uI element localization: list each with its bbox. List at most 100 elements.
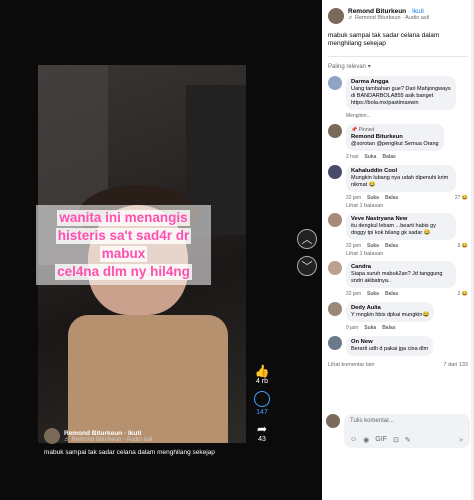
comments-footer: Lihat komentar lain 7 dari 133 xyxy=(322,358,474,372)
comment-text: Uang tambahan gue? Dari Mahjongways di B… xyxy=(351,86,451,106)
reply-link[interactable]: Balas xyxy=(385,243,398,249)
reply-link[interactable]: Balas xyxy=(382,154,395,160)
follow-link[interactable]: · Ikuti xyxy=(408,8,424,15)
emoji-icon[interactable]: ☺ xyxy=(350,436,357,444)
avatar[interactable] xyxy=(328,124,342,138)
comment-bubble: Dedy Aulia Y mngkin hbis dpkai mungkin😂 xyxy=(346,302,435,322)
comment-item: Kahaluddin Cool Mungkin lubang nya udah … xyxy=(322,163,474,194)
comment-meta: Mengirim... xyxy=(322,113,474,119)
comment-time: 22 jam xyxy=(346,243,362,249)
share-count: 43 xyxy=(258,436,266,443)
like-link[interactable]: Suka xyxy=(367,195,379,201)
camera-icon[interactable]: ◉ xyxy=(363,436,369,444)
avatar[interactable] xyxy=(328,165,342,179)
like-link[interactable]: Suka xyxy=(365,154,377,160)
previous-video-button[interactable]: ︿ xyxy=(297,229,317,249)
app-root: wanita ini menangis histeris sa't sad4r … xyxy=(0,0,474,500)
video-actions: 👍 4 rb 147 ➦ 43 xyxy=(252,364,272,449)
avatar[interactable] xyxy=(328,8,344,24)
comment-text: Siapa suruh mabuk2an? Jd tanggung sndri … xyxy=(351,271,443,284)
comment-author[interactable]: Remond Biturkeun xyxy=(351,134,439,141)
reaction-count[interactable]: 6 😂 xyxy=(458,243,468,249)
comment-time: 22 jam xyxy=(346,195,362,201)
comment-text: Berarti udh d pakai jga cina dlm xyxy=(351,346,429,352)
video-caption: mabuk sampai tak sadar celana dalam meng… xyxy=(44,449,215,456)
comment-author[interactable]: Veve Nastryana New xyxy=(351,216,451,223)
more-comments-link[interactable]: Lihat komentar lain xyxy=(328,362,374,368)
comment-item: Dedy Aulia Y mngkin hbis dpkai mungkin😂 xyxy=(322,300,474,324)
like-link[interactable]: Suka xyxy=(367,291,379,297)
share-arrow-icon: ➦ xyxy=(256,422,268,436)
send-icon[interactable]: ➤ xyxy=(458,436,464,444)
post-audio-label[interactable]: ♬ Remond Biturkeun · Audio asli xyxy=(348,15,429,21)
sort-dropdown[interactable]: Paling relevan ▾ xyxy=(322,61,474,74)
comment-author[interactable]: Dedy Aulia xyxy=(351,305,429,312)
comment-text: @sorotan @pengikut Semua Orang xyxy=(351,141,439,147)
comment-count: 147 xyxy=(256,409,268,416)
view-replies-link[interactable]: Lihat 1 balasan xyxy=(322,249,474,259)
comment-text: Y mngkin hbis dpkai mungkin😂 xyxy=(351,312,430,318)
comment-item: Candra Siapa suruh mabuk2an? Jd tanggung… xyxy=(322,259,474,290)
avatar[interactable] xyxy=(328,213,342,227)
avatar[interactable] xyxy=(328,261,342,275)
comment-author[interactable]: Candra xyxy=(351,264,451,271)
comment-time: 9 jam xyxy=(346,325,359,331)
chevron-up-icon: ︿ xyxy=(301,234,313,246)
reply-link[interactable]: Balas xyxy=(382,325,395,331)
comment-author[interactable]: Darma Angga xyxy=(351,79,451,86)
like-link[interactable]: Suka xyxy=(364,325,376,331)
comment-item: Veve Nastryana New itu dengkul lebam ...… xyxy=(322,211,474,242)
comment-button[interactable]: 147 xyxy=(252,391,272,416)
overlay-line-3: mabux xyxy=(99,246,148,262)
comment-author[interactable]: Kahaluddin Cool xyxy=(351,168,451,175)
comment-item: 📌 Pinned Remond Biturkeun @sorotan @peng… xyxy=(322,122,474,153)
comment-meta: 22 jam Suka Balas 2 😂 xyxy=(322,291,474,297)
share-button[interactable]: ➦ 43 xyxy=(252,422,272,443)
comments-panel: Remond Biturkeun · Ikuti ♬ Remond Biturk… xyxy=(322,0,474,500)
reply-link[interactable]: Balas xyxy=(385,195,398,201)
divider xyxy=(328,56,468,57)
avatar[interactable] xyxy=(328,302,342,316)
comment-composer: Tulis komentar... ☺ ◉ GIF ⊡ ✎ ➤ xyxy=(326,414,470,448)
comment-input-placeholder: Tulis komentar... xyxy=(350,418,394,424)
video-author-row: Remond Biturkeun · Ikuti ♬ Remond Biturk… xyxy=(44,428,152,444)
avatar[interactable] xyxy=(328,76,342,90)
avatar[interactable] xyxy=(328,336,342,350)
video-viewer: wanita ini menangis histeris sa't sad4r … xyxy=(0,0,322,500)
reply-link[interactable]: Balas xyxy=(385,291,398,297)
comment-bubble: Veve Nastryana New itu dengkul lebam ...… xyxy=(346,213,456,240)
comment-bubble: Candra Siapa suruh mabuk2an? Jd tanggung… xyxy=(346,261,456,288)
comment-bubble: 📌 Pinned Remond Biturkeun @sorotan @peng… xyxy=(346,124,444,151)
thumbs-up-icon: 👍 xyxy=(254,364,270,378)
sticker-icon[interactable]: ⊡ xyxy=(393,436,399,444)
comment-input[interactable]: Tulis komentar... ☺ ◉ GIF ⊡ ✎ ➤ xyxy=(344,414,470,448)
avatar[interactable] xyxy=(44,428,60,444)
comment-time: 22 jam xyxy=(346,291,362,297)
video-text-overlay: wanita ini menangis histeris sa't sad4r … xyxy=(36,205,211,285)
avatar-sticker-icon[interactable]: ✎ xyxy=(405,436,411,444)
comment-item: Darma Angga Uang tambahan gue? Dari Mahj… xyxy=(322,74,474,112)
composer-tools: ☺ ◉ GIF ⊡ ✎ xyxy=(350,436,411,444)
like-button[interactable]: 👍 4 rb xyxy=(252,364,272,385)
post-author-name[interactable]: Remond Biturkeun xyxy=(348,8,406,15)
view-replies-link[interactable]: Lihat 1 balasan xyxy=(322,201,474,211)
avatar xyxy=(326,414,340,428)
gif-icon[interactable]: GIF xyxy=(375,436,387,444)
video-audio-label[interactable]: ♬ Remond Biturkeun · Audio asli xyxy=(64,437,152,443)
overlay-line-4: cel4na dlm ny hil4ng xyxy=(55,264,192,280)
next-video-button[interactable]: ﹀ xyxy=(297,256,317,276)
comment-bubble: On New Berarti udh d pakai jga cina dlm xyxy=(346,336,434,356)
reaction-count[interactable]: 27 😂 xyxy=(455,195,468,201)
comment-author[interactable]: On New xyxy=(351,339,428,346)
comment-time: 2 hari xyxy=(346,154,359,160)
post-header: Remond Biturkeun · Ikuti ♬ Remond Biturk… xyxy=(322,0,474,28)
comment-bubble: Kahaluddin Cool Mungkin lubang nya udah … xyxy=(346,165,456,192)
chevron-down-icon: ﹀ xyxy=(301,261,313,273)
video-follow-link[interactable]: · Ikuti xyxy=(124,430,141,437)
video-subject-body xyxy=(68,315,228,443)
comment-meta: 2 hari Suka Balas xyxy=(322,154,474,160)
like-link[interactable]: Suka xyxy=(367,243,379,249)
reaction-count[interactable]: 2 😂 xyxy=(458,291,468,297)
comment-text: Mungkin lubang nya udah dipenuhi krim ni… xyxy=(351,175,449,188)
video-author-name[interactable]: Remond Biturkeun xyxy=(64,430,122,437)
